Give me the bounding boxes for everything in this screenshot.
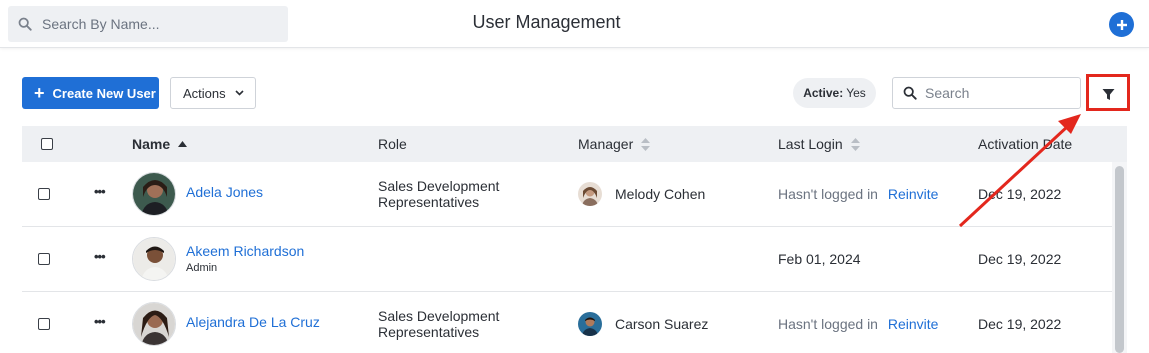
role-line-1: Sales Development bbox=[378, 178, 500, 194]
activation-date: Dec 19, 2022 bbox=[978, 186, 1062, 202]
role-line-1: Sales Development bbox=[378, 308, 500, 324]
user-name-link[interactable]: Adela Jones bbox=[186, 184, 263, 200]
table-row: ••• Adela Jones Sales Development Repres… bbox=[22, 162, 1112, 227]
table-header: Name Role Manager Last Login Activation … bbox=[22, 126, 1127, 162]
user-subrole: Admin bbox=[186, 262, 218, 274]
column-last-login[interactable]: Last Login bbox=[778, 136, 860, 152]
manager-avatar bbox=[578, 312, 602, 336]
active-filter-value: Yes bbox=[846, 86, 866, 100]
last-login-date: Feb 01, 2024 bbox=[778, 251, 861, 267]
table-row: ••• Alejandra De La Cruz Sales Developme… bbox=[22, 292, 1112, 353]
last-login-status: Hasn't logged in bbox=[778, 186, 878, 202]
plus-icon[interactable] bbox=[1109, 12, 1134, 37]
column-role: Role bbox=[378, 136, 407, 152]
table-search-input[interactable] bbox=[925, 85, 1075, 101]
sort-icon bbox=[850, 137, 860, 151]
sort-icon bbox=[641, 137, 651, 151]
more-options-icon[interactable]: ••• bbox=[94, 184, 106, 199]
activation-date: Dec 19, 2022 bbox=[978, 251, 1062, 267]
scrollbar-thumb[interactable] bbox=[1115, 166, 1124, 353]
column-activation-date-label: Activation Date bbox=[978, 136, 1073, 152]
user-name-link[interactable]: Alejandra De La Cruz bbox=[186, 314, 320, 330]
active-filter-key: Active: bbox=[803, 86, 844, 100]
activation-date: Dec 19, 2022 bbox=[978, 316, 1062, 332]
search-icon bbox=[903, 86, 917, 100]
create-new-user-label: Create New User bbox=[52, 85, 156, 101]
manager-avatar bbox=[578, 182, 602, 206]
table-row: ••• Akeem Richardson Admin Feb 01, 2024 … bbox=[22, 227, 1112, 292]
plus-icon: + bbox=[34, 83, 45, 103]
page-title: User Management bbox=[472, 12, 621, 32]
actions-label: Actions bbox=[183, 85, 226, 101]
avatar bbox=[132, 302, 176, 346]
reinvite-link[interactable]: Reinvite bbox=[888, 186, 939, 202]
sort-ascending-icon bbox=[178, 141, 188, 147]
more-options-icon[interactable]: ••• bbox=[94, 249, 106, 264]
chevron-down-icon bbox=[235, 90, 244, 96]
table-search-box[interactable] bbox=[892, 77, 1081, 109]
manager-name: Melody Cohen bbox=[615, 186, 706, 202]
column-name-label: Name bbox=[132, 136, 171, 152]
select-all-checkbox[interactable] bbox=[41, 138, 53, 150]
actions-dropdown[interactable]: Actions bbox=[170, 77, 256, 109]
row-checkbox[interactable] bbox=[38, 318, 50, 330]
active-filter-chip[interactable]: Active: Yes bbox=[793, 78, 876, 108]
column-manager-label: Manager bbox=[578, 136, 634, 152]
column-name[interactable]: Name bbox=[132, 136, 188, 152]
role-line-2: Representatives bbox=[378, 324, 480, 340]
more-options-icon[interactable]: ••• bbox=[94, 314, 106, 329]
role-line-2: Representatives bbox=[378, 194, 480, 210]
row-checkbox[interactable] bbox=[38, 253, 50, 265]
create-new-user-button[interactable]: + Create New User bbox=[22, 77, 159, 109]
highlight-box bbox=[1086, 74, 1130, 111]
column-manager[interactable]: Manager bbox=[578, 136, 651, 152]
column-last-login-label: Last Login bbox=[778, 136, 843, 152]
reinvite-link[interactable]: Reinvite bbox=[888, 316, 939, 332]
column-activation-date[interactable]: Activation Date bbox=[978, 136, 1072, 152]
avatar bbox=[132, 237, 176, 281]
last-login-status: Hasn't logged in bbox=[778, 316, 878, 332]
row-checkbox[interactable] bbox=[38, 188, 50, 200]
top-bar: User Management bbox=[0, 0, 1149, 48]
user-name-link[interactable]: Akeem Richardson bbox=[186, 243, 304, 259]
column-role-label: Role bbox=[378, 136, 407, 152]
avatar bbox=[132, 172, 176, 216]
manager-name: Carson Suarez bbox=[615, 316, 709, 332]
